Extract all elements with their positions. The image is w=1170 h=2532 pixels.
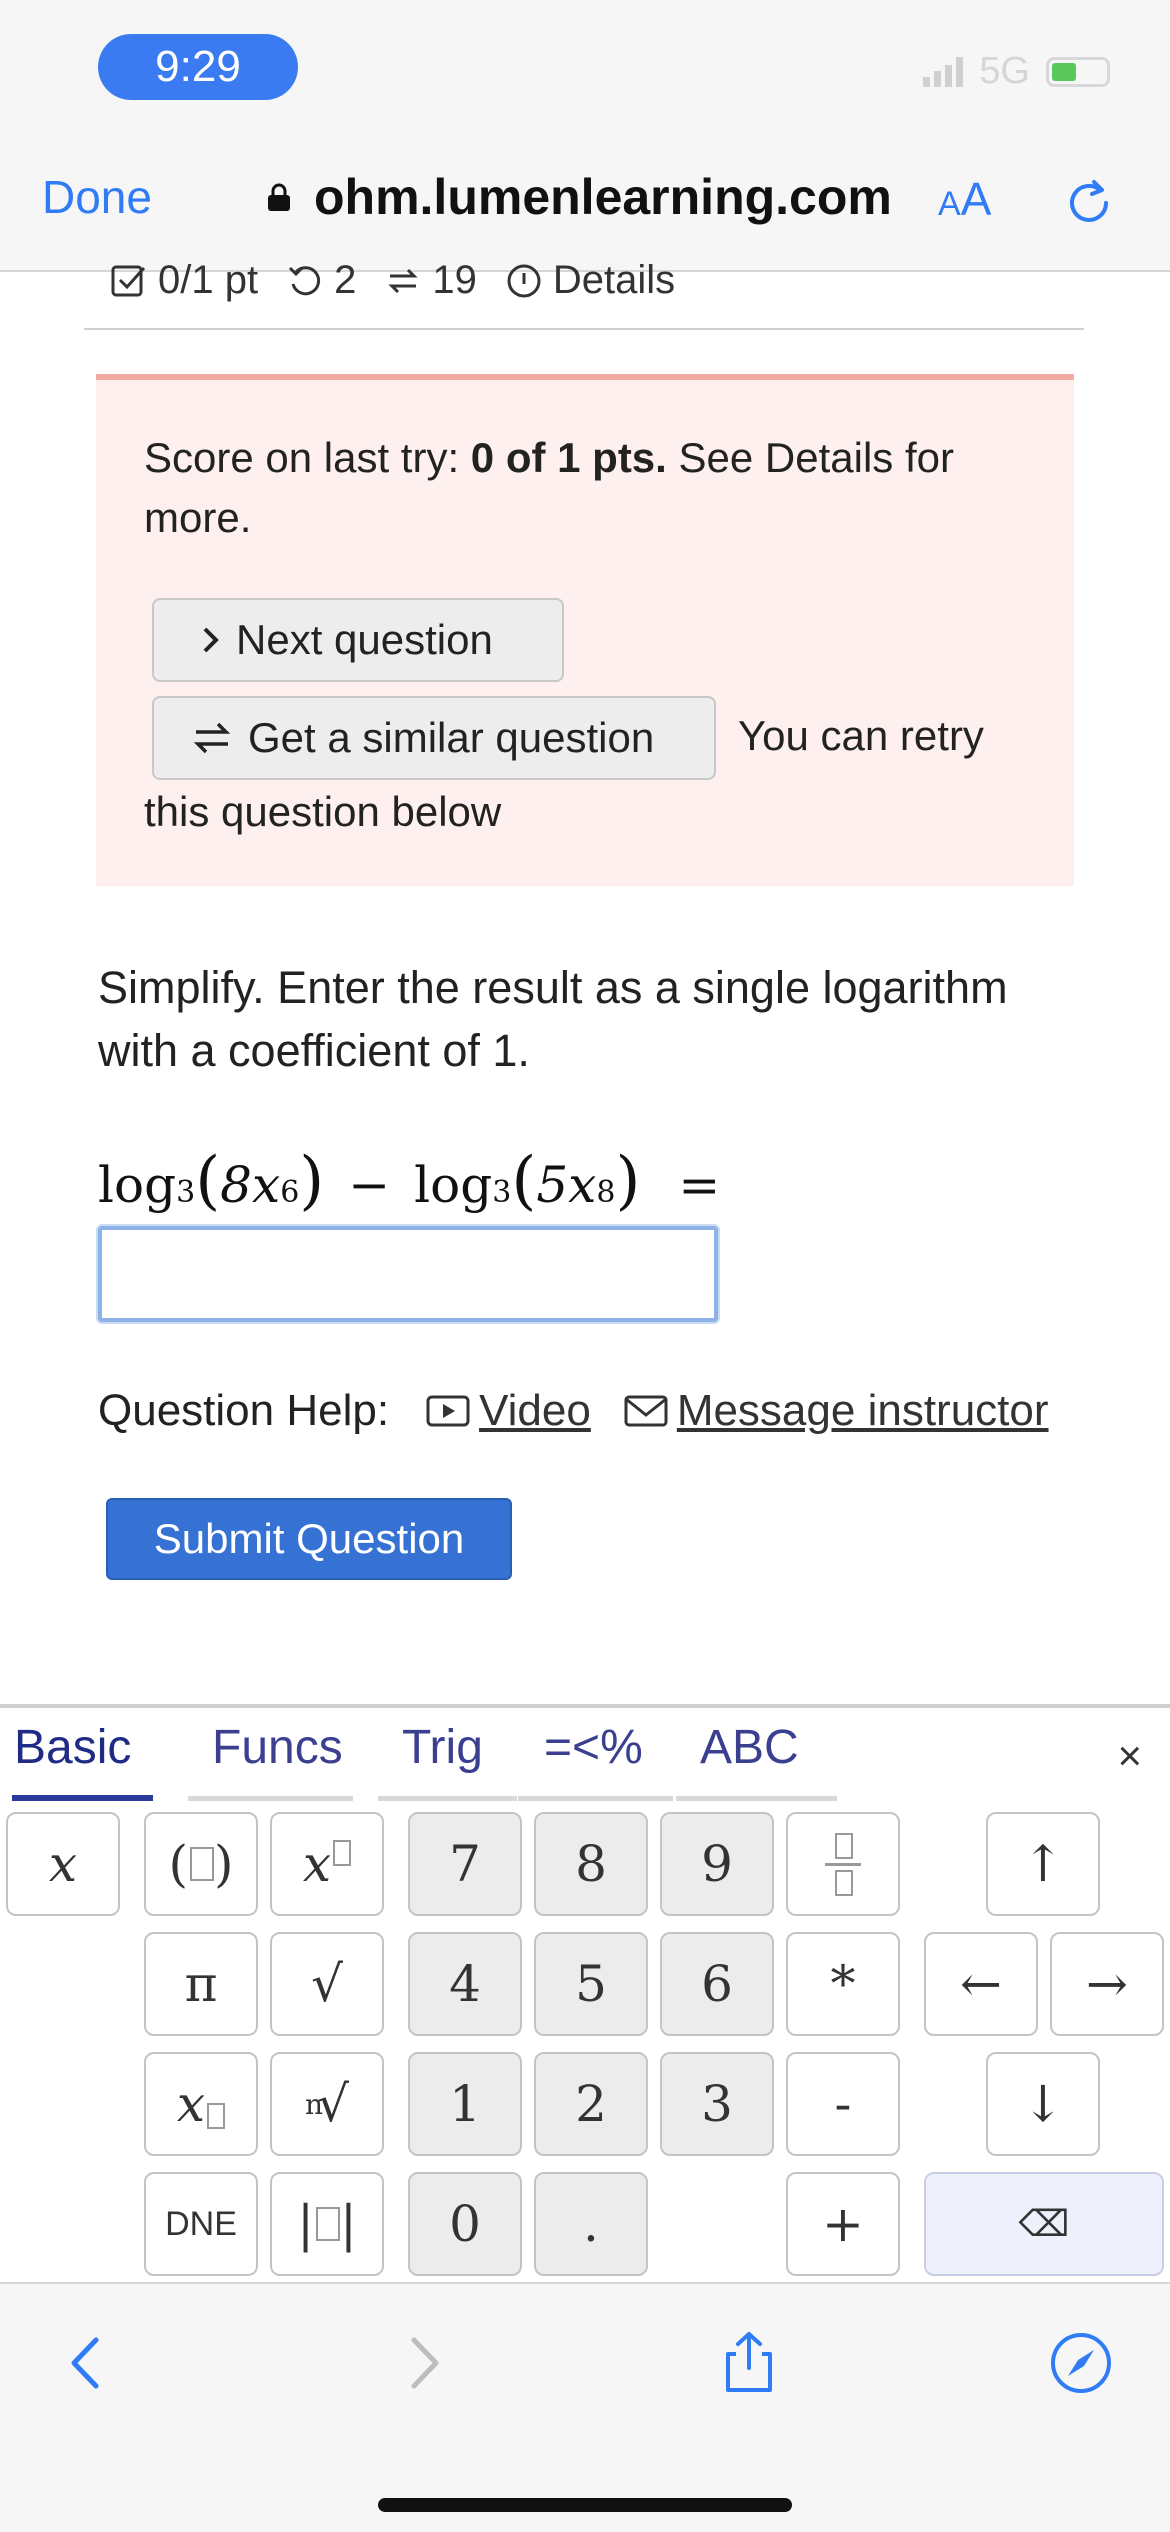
submit-question-button[interactable]: Submit Question [106,1498,512,1580]
keyboard-tabs: Basic Funcs Trig =<% ABC × [0,1708,1170,1801]
video-icon [426,1395,470,1427]
key-9[interactable]: 9 [660,1812,774,1916]
retries-count: 2 [286,258,356,303]
divider [84,328,1084,330]
key-power[interactable]: x [270,1812,384,1916]
key-backspace[interactable]: ⌫ [924,2172,1164,2276]
video-link[interactable]: Video [425,1386,591,1436]
home-indicator [378,2498,792,2512]
key-8[interactable]: 8 [534,1812,648,1916]
question-help-label: Question Help: [98,1386,390,1435]
url-field[interactable]: ohm.lumenlearning.com [314,168,892,226]
envelope-icon [624,1395,668,1427]
status-bar: 9:29 5G [0,0,1170,140]
key-6[interactable]: 6 [660,1932,774,2036]
key-decimal[interactable]: . [534,2172,648,2276]
chevron-right-icon [203,627,219,653]
answer-input[interactable] [98,1226,718,1322]
key-1[interactable]: 1 [408,2052,522,2156]
score-message: Score on last try: 0 of 1 pts. See Detai… [144,434,954,541]
compass-icon[interactable] [1046,2328,1116,2398]
swap-icon [193,722,231,754]
retry-note-continued: this question below [144,788,502,835]
key-3[interactable]: 3 [660,2052,774,2156]
status-indicators: 5G [923,50,1110,93]
key-nth-root[interactable]: n √ [270,2052,384,2156]
key-dne[interactable]: DNE [144,2172,258,2276]
key-plus[interactable]: + [786,2172,900,2276]
next-question-button[interactable]: Next question [152,598,564,682]
signal-icon [923,56,964,87]
key-arrow-up[interactable]: ↑ [986,1812,1100,1916]
key-multiply[interactable]: * [786,1932,900,2036]
tab-funcs[interactable]: Funcs [188,1720,353,1801]
browser-bottom-bar [0,2282,1170,2532]
key-arrow-right[interactable]: → [1050,1932,1164,2036]
key-2[interactable]: 2 [534,2052,648,2156]
key-arrow-left[interactable]: ← [924,1932,1038,2036]
key-7[interactable]: 7 [408,1812,522,1916]
key-fraction[interactable] [786,1812,900,1916]
math-expression: log 3 (8x 6) − log 3 (5x 8) = [98,1144,721,1218]
question-prompt: Simplify. Enter the result as a single l… [98,962,1008,1076]
back-icon[interactable] [52,2328,122,2398]
score-feedback-box: Score on last try: 0 of 1 pts. See Detai… [96,374,1074,886]
browser-toolbar: Done ohm.lumenlearning.com AA [0,140,1170,272]
reload-icon[interactable] [1062,176,1116,230]
key-subscript[interactable]: x [144,2052,258,2156]
battery-icon [1046,56,1110,87]
key-parentheses[interactable]: () [144,1812,258,1916]
tab-trig[interactable]: Trig [378,1720,517,1801]
key-x[interactable]: x [6,1812,120,1916]
lock-icon [268,183,290,211]
tab-relations[interactable]: =<% [518,1720,673,1801]
key-arrow-down[interactable]: ↓ [986,2052,1100,2156]
retry-icon [289,265,321,295]
similar-question-button[interactable]: Get a similar question [152,696,716,780]
key-minus[interactable]: - [786,2052,900,2156]
question-meta-row: 0/1 pt 2 19 Details [110,258,687,303]
key-5[interactable]: 5 [534,1932,648,2036]
check-square-icon [111,265,146,296]
status-time: 9:29 [98,34,298,100]
details-toggle[interactable]: Details [505,258,675,303]
info-icon [507,264,541,297]
message-instructor-link[interactable]: Message instructor [623,1386,1049,1436]
tab-abc[interactable]: ABC [676,1720,837,1801]
text-size-button[interactable]: AA [938,172,991,226]
math-keyboard: Basic Funcs Trig =<% ABC × x () x 7 8 9 … [0,1704,1170,2282]
key-pi[interactable]: π [144,1932,258,2036]
question-help: Question Help: Video Message instructor [98,1386,1081,1436]
swap-icon [388,268,418,293]
key-4[interactable]: 4 [408,1932,522,2036]
key-0[interactable]: 0 [408,2172,522,2276]
key-absolute-value[interactable]: | | [270,2172,384,2276]
points-status: 0/1 pt [110,258,258,303]
key-sqrt[interactable]: √ [270,1932,384,2036]
share-icon[interactable] [714,2328,784,2398]
done-button[interactable]: Done [42,170,152,224]
similar-count: 19 [384,258,477,303]
forward-icon[interactable] [388,2328,458,2398]
tab-basic[interactable]: Basic [12,1720,154,1801]
keyboard-close-button[interactable]: × [1117,1732,1142,1780]
retry-note: You can retry [738,712,984,759]
network-label: 5G [979,50,1030,92]
